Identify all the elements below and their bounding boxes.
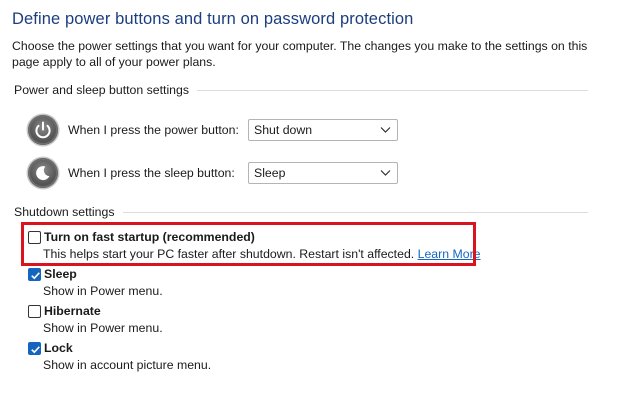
checkmark-icon: [31, 346, 40, 354]
hibernate-option-description: Show in Power menu.: [43, 321, 163, 335]
power-button-label: When I press the power button:: [68, 123, 239, 137]
sleep-checkbox[interactable]: [28, 268, 41, 281]
chevron-down-icon: [380, 170, 391, 176]
hibernate-option-label[interactable]: Hibernate: [44, 304, 101, 318]
lock-checkbox[interactable]: [28, 342, 41, 355]
checkmark-icon: [31, 272, 40, 280]
power-section-label: Power and sleep button settings: [14, 83, 198, 97]
power-button-action-value: Shut down: [254, 123, 313, 137]
lock-option-label[interactable]: Lock: [44, 341, 73, 355]
power-button-action-select[interactable]: Shut down: [248, 119, 398, 141]
chevron-down-icon: [380, 127, 391, 133]
sleep-button-action-select[interactable]: Sleep: [248, 162, 398, 184]
sleep-option-label[interactable]: Sleep: [44, 267, 77, 281]
page-title: Define power buttons and turn on passwor…: [12, 10, 414, 28]
sleep-button-icon: [28, 158, 58, 188]
hibernate-checkbox[interactable]: [28, 305, 41, 318]
sleep-button-label: When I press the sleep button:: [68, 166, 235, 180]
shutdown-section-label: Shutdown settings: [14, 205, 123, 219]
fast-startup-highlight-box: [21, 222, 476, 266]
sleep-button-action-value: Sleep: [254, 166, 286, 180]
lock-option-description: Show in account picture menu.: [43, 358, 212, 372]
page-description: Choose the power settings that you want …: [12, 39, 588, 69]
power-button-icon: [28, 115, 58, 145]
sleep-option-description: Show in Power menu.: [43, 284, 163, 298]
